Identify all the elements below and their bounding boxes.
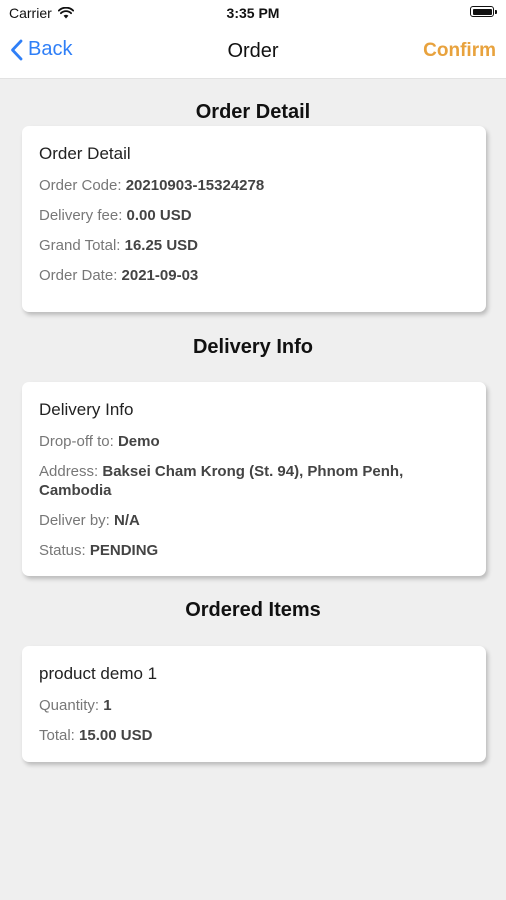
item-total-value: 15.00 USD	[79, 727, 153, 744]
deliver-by-value: N/A	[114, 512, 140, 529]
row-label: Order Code:	[39, 177, 126, 194]
row-label: Order Date:	[39, 267, 122, 284]
ordered-item-card: product demo 1 Quantity: 1 Total: 15.00 …	[22, 646, 486, 762]
navigation-bar: Back Order Confirm	[0, 26, 506, 79]
order-detail-card: Order Detail Order Code: 20210903-153242…	[22, 126, 486, 312]
section-title-ordered-items: Ordered Items	[185, 599, 321, 621]
section-title-order-detail: Order Detail	[195, 101, 311, 123]
status-time: 3:35 PM	[226, 5, 280, 21]
order-date-row: Order Date: 2021-09-03	[39, 266, 469, 285]
section-title-delivery-info: Delivery Info	[192, 336, 314, 358]
order-date-value: 2021-09-03	[121, 267, 199, 284]
row-label: Delivery fee:	[39, 207, 127, 224]
row-label: Deliver by:	[39, 512, 115, 529]
row-label: Quantity:	[39, 697, 104, 714]
drop-off-value: Demo	[117, 433, 160, 450]
row-label: Total:	[39, 727, 80, 744]
delivery-fee-value: 0.00 USD	[126, 207, 192, 224]
status-row: Status: PENDING	[39, 541, 469, 560]
item-name: product demo 1	[39, 664, 158, 683]
item-total-row: Total: 15.00 USD	[39, 726, 469, 745]
delivery-fee-row: Delivery fee: 0.00 USD	[39, 206, 469, 225]
row-label: Address:	[39, 463, 103, 480]
battery-icon	[470, 6, 497, 17]
address-row: Address: Baksei Cham Krong (St. 94), Phn…	[39, 462, 469, 500]
card-title: Delivery Info	[39, 400, 134, 419]
quantity-value: 1	[103, 697, 112, 714]
order-code-value: 20210903-15324278	[125, 177, 265, 194]
row-label: Drop-off to:	[39, 433, 118, 450]
status-value: PENDING	[89, 542, 159, 559]
deliver-by-row: Deliver by: N/A	[39, 511, 469, 530]
confirm-button[interactable]: Confirm	[423, 40, 496, 62]
row-label: Status:	[39, 542, 90, 559]
row-label: Grand Total:	[39, 237, 125, 254]
drop-off-row: Drop-off to: Demo	[39, 432, 469, 451]
quantity-row: Quantity: 1	[39, 696, 469, 715]
order-code-row: Order Code: 20210903-15324278	[39, 176, 469, 195]
status-bar: Carrier 3:35 PM	[0, 0, 506, 26]
grand-total-value: 16.25 USD	[124, 237, 198, 254]
card-title: Order Detail	[39, 144, 131, 163]
grand-total-row: Grand Total: 16.25 USD	[39, 236, 469, 255]
delivery-info-card: Delivery Info Drop-off to: Demo Address:…	[22, 382, 486, 576]
